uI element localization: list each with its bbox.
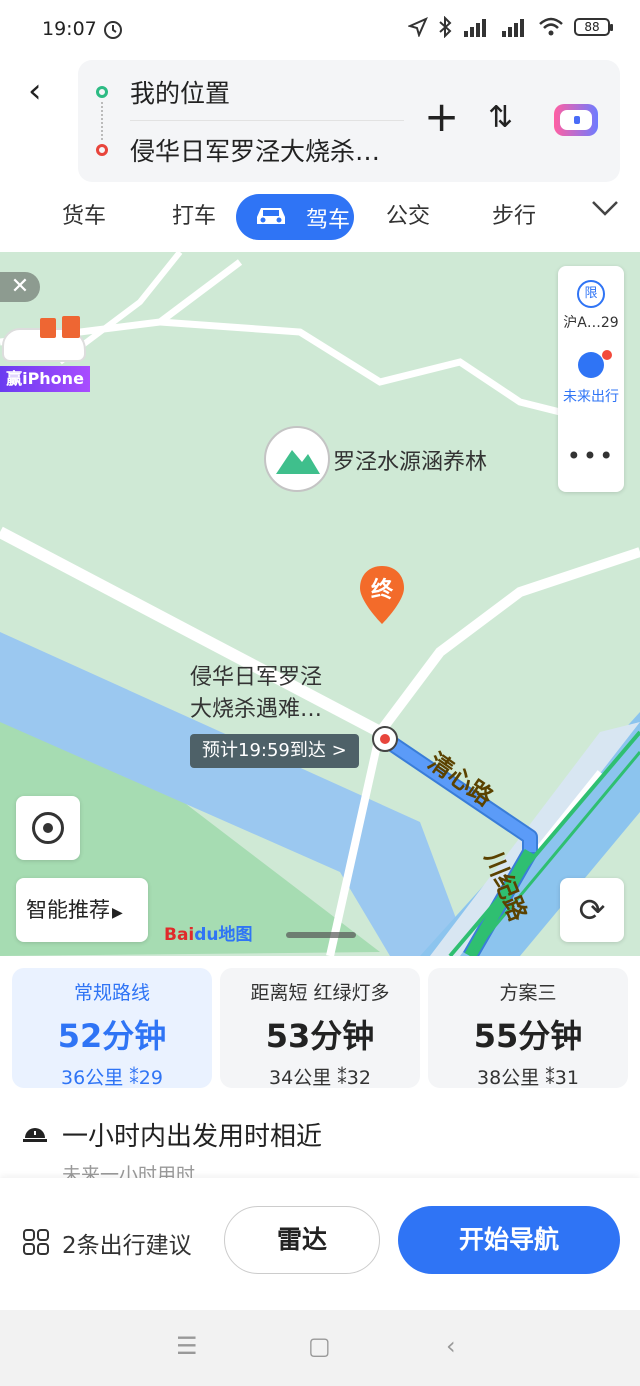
bottom-action-bar: 2条出行建议 雷达 开始导航 [0, 1178, 640, 1310]
field-divider [130, 120, 404, 121]
crosshair-icon [32, 812, 64, 844]
system-navigation-bar: ☰ ▢ ‹ [0, 1310, 640, 1386]
status-bar: 19:07 88 [0, 0, 640, 60]
chevron-down-icon[interactable] [590, 198, 620, 218]
tab-bus[interactable]: 公交 [386, 198, 430, 230]
map-view[interactable]: ✕ 赢iPhone 限 沪A…29 未来出行 ••• 罗泾水源涵养林 终 侵华日… [0, 252, 640, 956]
route-header: ‹ 我的位置 侵华日军罗泾大烧杀… + ⇅ 货车 打车 驾车 公交 步行 [0, 60, 640, 250]
tab-truck[interactable]: 货车 [62, 198, 106, 230]
route-input-box: 我的位置 侵华日军罗泾大烧杀… + ⇅ [78, 60, 620, 182]
route-lights: 31 [554, 1067, 579, 1089]
travel-suggestions-button[interactable]: 2条出行建议 [62, 1226, 192, 1260]
baidu-logo-a: Bai [164, 925, 195, 945]
route-options-sheet: 常规路线 52分钟 36公里 ⁑29 距离短 红绿灯多 53分钟 34公里 ⁑3… [0, 956, 640, 1178]
tab-drive-label: 驾车 [306, 208, 351, 233]
route-card-1[interactable]: 常规路线 52分钟 36公里 ⁑29 [12, 968, 212, 1090]
tab-walk[interactable]: 步行 [492, 198, 536, 230]
signal-1-icon [464, 19, 486, 37]
battery-indicator: 88 [574, 18, 613, 36]
destination-name-line1: 侵华日军罗泾 [190, 665, 323, 690]
route-meta: 36公里 ⁑29 [12, 1063, 212, 1090]
route-start-marker-icon [372, 726, 398, 752]
route-duration: 55分钟 [473, 1017, 583, 1055]
sheet-drag-handle[interactable] [286, 932, 356, 938]
back-nav-icon[interactable]: ‹ [446, 1332, 456, 1360]
tab-taxi[interactable]: 打车 [172, 198, 216, 230]
route-distance: 38公里 [477, 1067, 540, 1089]
status-time: 19:07 [42, 18, 97, 40]
departure-hint-title[interactable]: 一小时内出发用时相近 [62, 1116, 322, 1153]
wifi-icon [539, 17, 563, 36]
start-navigation-button[interactable]: 开始导航 [398, 1206, 620, 1274]
traffic-light-icon: ⁑ [337, 1067, 347, 1089]
locate-button[interactable] [16, 796, 80, 860]
route-distance: 36公里 [61, 1067, 124, 1089]
refresh-route-button[interactable]: ⟳ [560, 878, 624, 942]
route-tag: 方案三 [499, 982, 557, 1004]
assistant-icon[interactable] [554, 104, 598, 136]
clock-icon[interactable] [578, 352, 604, 378]
promo-ad-label: 赢iPhone [0, 366, 90, 392]
poi-label[interactable]: 罗泾水源涵养林 [333, 444, 487, 476]
route-card-2[interactable]: 距离短 红绿灯多 53分钟 34公里 ⁑32 [220, 968, 420, 1090]
plate-number[interactable]: 沪A…29 [558, 312, 624, 332]
smart-recommend-label: 智能推荐 [26, 898, 110, 922]
location-arrow-icon [408, 17, 428, 37]
mountain-icon [276, 450, 320, 474]
eta-badge[interactable]: 预计19:59到达 > [190, 734, 359, 768]
red-envelope-icon [62, 316, 80, 338]
destination-name: 侵华日军罗泾 大烧杀遇难… [190, 662, 322, 726]
origin-field[interactable]: 我的位置 [130, 74, 230, 110]
traffic-limit-icon[interactable]: 限 [577, 280, 605, 308]
menu-icon[interactable]: ☰ [176, 1332, 198, 1360]
baidu-logo-b: du地图 [194, 925, 253, 945]
destination-name-line2: 大烧杀遇难… [190, 697, 323, 722]
route-card-3[interactable]: 方案三 55分钟 38公里 ⁑31 [428, 968, 628, 1090]
route-lights: 29 [138, 1067, 163, 1089]
tab-drive[interactable]: 驾车 [236, 194, 354, 240]
forest-poi-icon[interactable] [264, 426, 330, 492]
traffic-light-icon: ⁑ [545, 1067, 555, 1089]
future-travel-button[interactable]: 未来出行 [558, 386, 624, 406]
more-icon[interactable]: ••• [558, 442, 624, 470]
travel-mode-tabs: 货车 打车 驾车 公交 步行 [0, 190, 640, 242]
home-icon[interactable]: ▢ [308, 1332, 331, 1360]
start-dot-icon [96, 86, 108, 98]
route-lights: 32 [346, 1067, 371, 1089]
baidu-logo: Baidu地图 [164, 920, 253, 945]
notification-dot [602, 350, 612, 360]
swap-route-button[interactable]: ⇅ [488, 100, 513, 135]
close-ad-button[interactable]: ✕ [0, 272, 40, 302]
end-dot-icon [96, 144, 108, 156]
route-duration: 52分钟 [57, 1017, 167, 1055]
destination-field[interactable]: 侵华日军罗泾大烧杀… [130, 132, 380, 168]
departure-time-icon [23, 1128, 47, 1142]
grid-icon [23, 1229, 49, 1255]
map-canvas [0, 252, 640, 956]
bluetooth-icon [439, 16, 452, 38]
add-waypoint-button[interactable]: + [424, 96, 459, 138]
signal-2-icon [502, 19, 524, 37]
route-duration: 53分钟 [265, 1017, 375, 1055]
red-envelope-icon [40, 318, 56, 338]
smart-recommend-button[interactable]: 智能推荐 ▶ [16, 878, 148, 942]
alarm-icon [104, 21, 122, 39]
car-icon [257, 208, 285, 224]
back-button[interactable]: ‹ [28, 74, 60, 110]
route-distance: 34公里 [269, 1067, 332, 1089]
promo-ad[interactable]: 赢iPhone [0, 314, 90, 392]
end-marker-label: 终 [370, 578, 393, 603]
route-tag: 常规路线 [73, 982, 150, 1004]
route-connector [101, 102, 103, 140]
route-tag: 距离短 红绿灯多 [250, 982, 390, 1004]
radar-button[interactable]: 雷达 [224, 1206, 380, 1274]
route-meta: 38公里 ⁑31 [428, 1063, 628, 1090]
map-side-panel: 限 沪A…29 未来出行 ••• [558, 266, 624, 492]
traffic-light-icon: ⁑ [129, 1067, 139, 1089]
play-arrow-icon: ▶ [112, 905, 123, 921]
route-meta: 34公里 ⁑32 [220, 1063, 420, 1090]
destination-pin-icon[interactable]: 终 [358, 564, 406, 626]
departure-hint-subtitle: 未来一小时用时 [62, 1164, 196, 1178]
